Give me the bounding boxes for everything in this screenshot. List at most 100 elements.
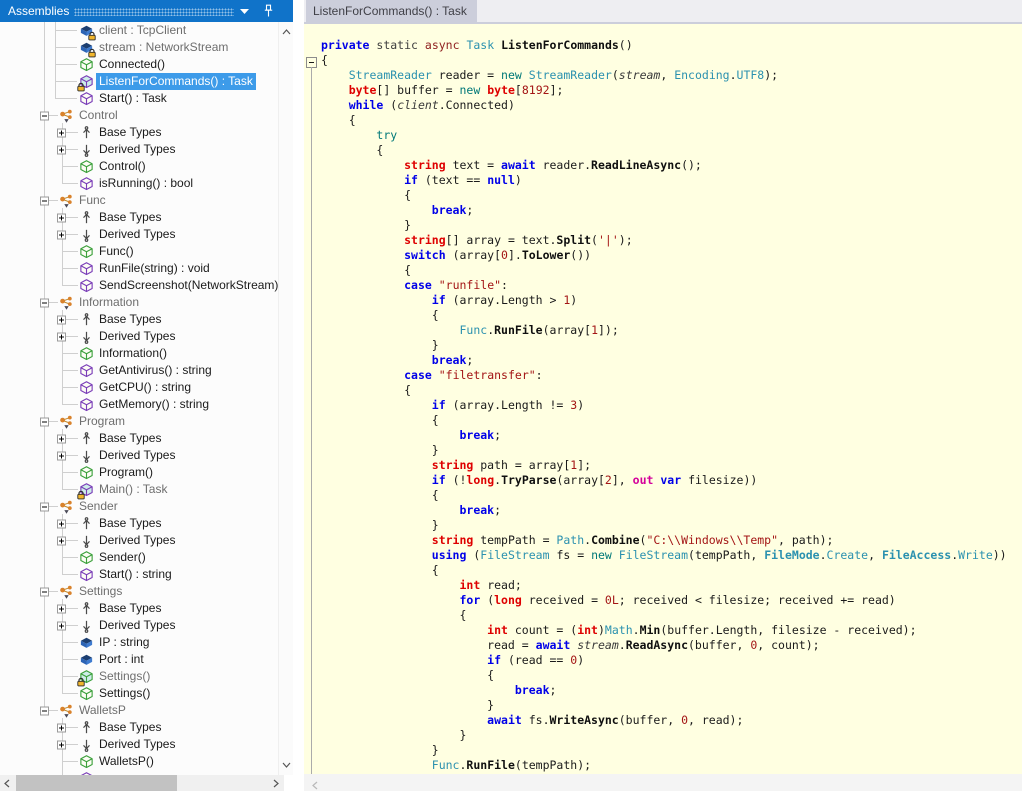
expand-box-icon[interactable] (57, 519, 66, 528)
tree-item-label: ListenForCommands() : Task (96, 73, 256, 90)
method-public-icon (79, 159, 94, 174)
tree-item[interactable]: RunFile(string) : void (0, 260, 278, 277)
tree-item[interactable]: Settings() (0, 668, 278, 685)
method-public-icon (79, 686, 94, 701)
tree-item[interactable]: ListenForCommands() : Task (0, 73, 278, 90)
method-public-lock-icon (79, 669, 94, 684)
tree-item[interactable]: Main() : Task (0, 481, 278, 498)
scroll-right-button[interactable] (270, 777, 282, 789)
expand-box-icon[interactable] (57, 621, 66, 630)
scroll-down-button[interactable] (281, 759, 292, 771)
expand-box-icon[interactable] (57, 315, 66, 324)
tree-item[interactable]: Base Types (0, 124, 278, 141)
panel-menu-button[interactable] (234, 0, 254, 22)
expand-box-icon[interactable] (57, 451, 66, 460)
derived-types-icon (79, 533, 94, 548)
tree-item[interactable]: Connected() (0, 56, 278, 73)
tree-item[interactable]: Port : int (0, 651, 278, 668)
tree-item[interactable]: client : TcpClient (0, 22, 278, 39)
collapse-box-icon[interactable] (40, 196, 49, 205)
tree-item[interactable]: Derived Types (0, 617, 278, 634)
collapse-box-icon[interactable] (40, 111, 49, 120)
tree-item[interactable]: Control (0, 107, 278, 124)
expand-box-icon[interactable] (57, 145, 66, 154)
code-line: { (321, 413, 1007, 428)
expand-box-icon[interactable] (57, 213, 66, 222)
tree-item[interactable]: Base Types (0, 430, 278, 447)
expand-box-icon[interactable] (57, 128, 66, 137)
code-editor[interactable]: private static async Task ListenForComma… (304, 24, 1022, 774)
tree-item[interactable]: Start() : Task (0, 90, 278, 107)
expand-box-icon[interactable] (57, 332, 66, 341)
tree-item[interactable]: SendScreenshot(NetworkStream) : (0, 277, 278, 294)
collapse-box-icon[interactable] (40, 502, 49, 511)
tree-item[interactable]: Func() (0, 243, 278, 260)
tree-item[interactable]: Settings() (0, 685, 278, 702)
tree-item[interactable]: Derived Types (0, 736, 278, 753)
tree-horizontal-scrollbar[interactable] (0, 775, 284, 791)
scroll-left-button[interactable] (1, 777, 13, 789)
tree-item[interactable]: IP : string (0, 634, 278, 651)
tree-item[interactable]: Derived Types (0, 447, 278, 464)
assemblies-panel-header[interactable]: Assemblies (0, 0, 296, 22)
tree-item[interactable]: isRunning() : bool (0, 175, 278, 192)
tree-item[interactable]: Base Types (0, 719, 278, 736)
tree-item[interactable]: WalletsP (0, 702, 278, 719)
tree-item[interactable]: Start() : string (0, 566, 278, 583)
tree-item[interactable]: GetMemory() : string (0, 396, 278, 413)
tree-item[interactable]: Program() (0, 464, 278, 481)
tree-item[interactable]: Func (0, 192, 278, 209)
tree-item[interactable]: Sender() (0, 549, 278, 566)
collapse-box-icon[interactable] (40, 298, 49, 307)
tree-vertical-scrollbar[interactable] (278, 22, 294, 775)
tree-item[interactable]: Derived Types (0, 328, 278, 345)
tree-item[interactable]: Derived Types (0, 141, 278, 158)
tree-item[interactable]: Base Types (0, 600, 278, 617)
tree-item[interactable]: GetCPU() : string (0, 379, 278, 396)
method-private-icon (79, 567, 94, 582)
method-private-icon (79, 363, 94, 378)
tree-item[interactable]: stream : NetworkStream (0, 39, 278, 56)
code-horizontal-scrollbar[interactable] (304, 774, 1022, 791)
assemblies-tree[interactable]: client : TcpClient stream : NetworkStrea… (0, 22, 278, 775)
expand-box-icon[interactable] (57, 604, 66, 613)
tree-item[interactable]: Sender (0, 498, 278, 515)
tree-item[interactable]: Base Types (0, 311, 278, 328)
tree-item[interactable]: GetAntivirus() : string (0, 362, 278, 379)
tree-item[interactable]: Base Types (0, 209, 278, 226)
tree-item[interactable]: Information (0, 294, 278, 311)
tree-item[interactable]: Program (0, 413, 278, 430)
code-line: break; (321, 503, 1007, 518)
tree-item-label: Base Types (99, 430, 161, 447)
collapse-box-icon[interactable] (40, 417, 49, 426)
expand-box-icon[interactable] (57, 230, 66, 239)
tree-item[interactable]: Derived Types (0, 532, 278, 549)
tree-item[interactable]: WalletsP() (0, 753, 278, 770)
expand-box-icon[interactable] (57, 434, 66, 443)
tree-item-label: WalletsP (79, 702, 126, 719)
expand-box-icon[interactable] (57, 740, 66, 749)
panel-pin-button[interactable] (258, 0, 278, 22)
code-line: if (array.Length > 1) (321, 293, 1007, 308)
tree-item-label: Base Types (99, 515, 161, 532)
tree-item-label: Base Types (99, 311, 161, 328)
tab-listenforcommands[interactable]: ListenForCommands() : Task (306, 0, 477, 22)
method-private-icon (79, 278, 94, 293)
expand-box-icon[interactable] (57, 536, 66, 545)
scroll-up-button[interactable] (281, 26, 292, 38)
method-public-icon (79, 57, 94, 72)
scroll-left-button[interactable] (312, 777, 318, 791)
code-line: byte[] buffer = new byte[8192]; (321, 83, 1007, 98)
collapse-box-icon[interactable] (40, 587, 49, 596)
code-line: break; (321, 203, 1007, 218)
expand-box-icon[interactable] (57, 723, 66, 732)
scrollbar-thumb[interactable] (16, 775, 177, 791)
tree-item[interactable]: Base Types (0, 515, 278, 532)
tree-item[interactable]: Control() (0, 158, 278, 175)
tree-item[interactable]: Settings (0, 583, 278, 600)
code-line: } (321, 518, 1007, 533)
tree-item[interactable]: Derived Types (0, 226, 278, 243)
collapse-box-icon[interactable] (40, 706, 49, 715)
tree-item-label: client : TcpClient (99, 22, 186, 39)
tree-item[interactable]: Information() (0, 345, 278, 362)
